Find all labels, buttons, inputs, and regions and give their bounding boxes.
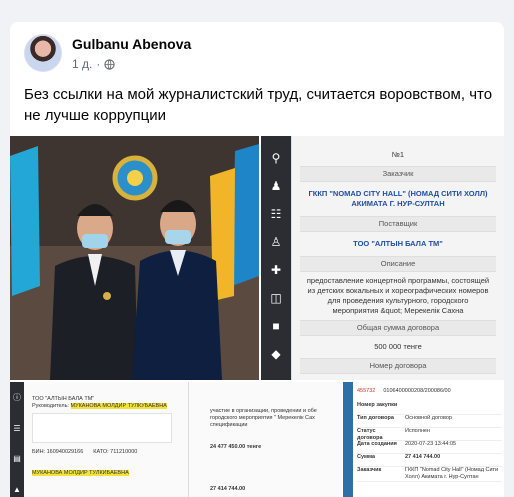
goszakup-row: Заказчик ГККП "Nomad City Hall" (Номад С… (357, 467, 502, 482)
chart-icon: ▲ (13, 485, 21, 495)
globe-icon (104, 58, 115, 70)
goszakup-screenshot: 455732 0106400000208/200086/00 Номер зак… (343, 382, 504, 497)
registry-amount-2: 27 414 744.00 (210, 486, 246, 492)
registry-address-box (32, 413, 172, 443)
search-icon[interactable]: ⚲ (268, 150, 284, 166)
goszakup-header: 455732 0106400000208/200086/00 (357, 388, 451, 395)
tag-icon[interactable]: ◆ (268, 346, 284, 362)
post-time[interactable]: 1 д. (72, 57, 92, 71)
app-sidebar: ⚲ ♟ ☷ ♙ ✚ ◫ ■ ◆ (261, 136, 291, 380)
author-avatar[interactable] (24, 34, 62, 72)
registry-divider (188, 382, 189, 497)
sitemap-icon[interactable]: ☷ (268, 206, 284, 222)
doc-sum-value: 500 000 тенге (300, 336, 496, 359)
contract-document: №1 Заказчик ГККП "NOMAD CITY HALL" (НОМА… (291, 136, 504, 380)
database-icon[interactable]: ◫ (268, 290, 284, 306)
plus-icon[interactable]: ✚ (268, 262, 284, 278)
doc-supplier-value: ТОО "АЛТЫН БАЛА ТМ" (300, 232, 496, 257)
registry-director-line: Руководитель: МУКАНОВА МОЛДИР ТУЛКУБАЕВН… (32, 403, 172, 410)
photo-scene (10, 136, 259, 380)
photo-two-men (10, 136, 259, 380)
doc-description-label: Описание (300, 257, 496, 272)
doc-contract-label: Номер договора (300, 359, 496, 374)
goszakup-row: Статус договора Исполнен (357, 428, 502, 441)
post-card: Gulbanu Abenova 1 д. · Без ссылки на мой… (10, 22, 504, 497)
registry-bin: БИН: 160940029166 (32, 449, 84, 455)
goszakup-code: 0106400000208/200086/00 (383, 388, 451, 394)
registry-description: участие в организации, проведении и обе … (210, 408, 317, 428)
author-name[interactable]: Gulbanu Abenova (72, 36, 191, 52)
goszakup-id: 455732 (357, 388, 376, 394)
registry-director-name-2: МУКАНОВА МОЛДИР ТУЛКИБАЕВНА (32, 470, 129, 476)
registry-kato: КАТО: 711210000 (93, 449, 138, 455)
post-meta: 1 д. · (72, 57, 115, 71)
users-icon[interactable]: ♟ (268, 178, 284, 194)
post-media[interactable]: ⚲ ♟ ☷ ♙ ✚ ◫ ■ ◆ №1 Заказчик ГККП "NOMAD … (10, 136, 504, 497)
doc-sum-label: Общая сумма договора (300, 321, 496, 336)
registry-ids: БИН: 160940029166 КАТО: 711210000 (32, 449, 172, 456)
list-icon: ☰ (13, 423, 21, 433)
car-icon[interactable]: ■ (268, 318, 284, 334)
post-text: Без ссылки на мой журналистский труд, сч… (24, 86, 493, 124)
screenshot-strip: ⓘ ☰ ▤ ▲ ТОО "АЛТЫН БАЛА ТМ" Руководитель… (10, 382, 504, 497)
goszakup-sidebar (343, 382, 353, 497)
registry-amount-1: 24 477 450.00 тенге (210, 444, 262, 450)
registry-screenshot: ⓘ ☰ ▤ ▲ ТОО "АЛТЫН БАЛА ТМ" Руководитель… (10, 382, 342, 497)
registry-director-name: МУКАНОВА МОЛДИР ТУЛКУБАЕВНА (70, 403, 167, 409)
person-icon[interactable]: ♙ (268, 234, 284, 250)
doc-customer-value: ГККП "NOMAD CITY HALL" (НОМАД СИТИ ХОЛЛ)… (300, 182, 496, 217)
goszakup-row: Дата создания 2020-07-23 13:44:05 (357, 441, 502, 454)
goszakup-row: Сумма 27 414 744.00 (357, 454, 502, 467)
doc-number: №1 (300, 136, 496, 167)
meta-separator: · (96, 57, 101, 71)
info-icon: ⓘ (13, 392, 21, 402)
registry-company: ТОО "АЛТЫН БАЛА ТМ" (32, 396, 95, 402)
goszakup-row: Номер закупки (357, 402, 502, 415)
registry-company-block: ТОО "АЛТЫН БАЛА ТМ" Руководитель: МУКАНО… (32, 396, 172, 477)
doc-supplier-label: Поставщик (300, 217, 496, 232)
goszakup-row: Тип договора Основной договор (357, 415, 502, 428)
doc-customer-label: Заказчик (300, 167, 496, 182)
registry-sidebar: ⓘ ☰ ▤ ▲ (10, 382, 24, 497)
registry-director-line-2: МУКАНОВА МОЛДИР ТУЛКИБАЕВНА (32, 470, 172, 477)
doc-icon: ▤ (13, 454, 21, 464)
registry-director-label: Руководитель: (32, 403, 69, 409)
doc-description-value: предоставление концертной программы, сос… (300, 272, 496, 321)
goszakup-table: Номер закупки Тип договора Основной дого… (357, 402, 502, 482)
